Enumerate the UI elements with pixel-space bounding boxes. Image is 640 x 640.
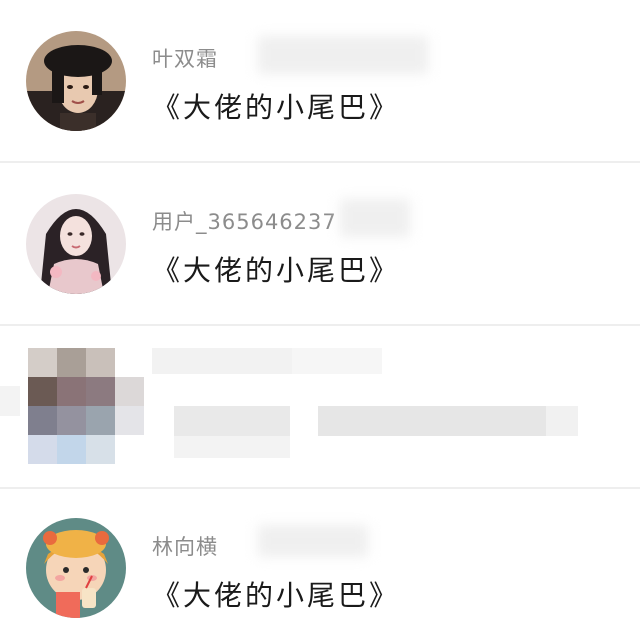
comment-feed: 叶双霜 《大佬的小尾巴》 用户_365646237 《大佬的小尾巴》 林向横 《…	[0, 0, 640, 640]
cartoon-child-icon	[26, 518, 126, 618]
redacted-timestamp	[258, 525, 368, 557]
comment-username[interactable]: 用户_365646237	[152, 206, 337, 236]
comment-username[interactable]: 林向横	[152, 531, 218, 561]
comment-text: 《大佬的小尾巴》	[152, 254, 401, 287]
woman-black-hat-icon	[26, 31, 126, 131]
user-avatar-photo[interactable]	[26, 194, 126, 294]
comment-text: 《大佬的小尾巴》	[152, 91, 401, 124]
comment-username[interactable]: 叶双霜	[152, 43, 218, 73]
user-avatar-cartoon[interactable]	[26, 518, 126, 618]
comment-text: 《大佬的小尾巴》	[152, 579, 401, 612]
user-avatar-photo[interactable]	[26, 31, 126, 131]
redacted-timestamp	[340, 199, 410, 237]
comment-item[interactable]: 用户_365646237 《大佬的小尾巴》	[0, 163, 640, 325]
comment-item[interactable]: 林向横 《大佬的小尾巴》	[0, 489, 640, 640]
comment-item-redacted[interactable]	[0, 326, 640, 488]
redacted-timestamp	[258, 36, 428, 74]
comment-item[interactable]: 叶双霜 《大佬的小尾巴》	[0, 0, 640, 162]
woman-long-hair-icon	[26, 194, 126, 294]
